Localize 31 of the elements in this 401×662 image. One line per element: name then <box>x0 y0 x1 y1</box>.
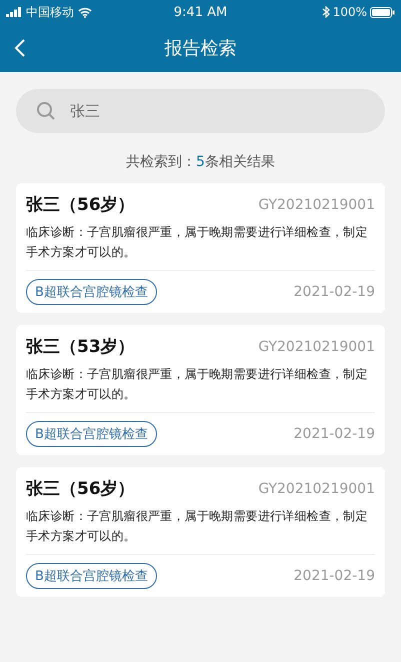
exam-tag: B超联合宫腔镜检查 <box>26 563 157 589</box>
result-card[interactable]: 张三（56岁） GY20210219001 临床诊断：子宫肌瘤很严重，属于晚期需要进行详细检查，制定手术方案才可以的。 B超联合宫腔镜检查 2021-02-19 <box>16 183 385 313</box>
exam-tag: B超联合宫腔镜检查 <box>26 421 157 447</box>
result-card[interactable]: 张三（56岁） GY20210219001 临床诊断：子宫肌瘤很严重，属于晚期需要进行详细检查，制定手术方案才可以的。 B超联合宫腔镜检查 2021-02-19 <box>16 467 385 597</box>
status-time: 9:41 AM <box>174 4 228 20</box>
result-card[interactable]: 张三（53岁） GY20210219001 临床诊断：子宫肌瘤很严重，属于晚期需要进行详细检查，制定手术方案才可以的。 B超联合宫腔镜检查 2021-02-19 <box>16 325 385 455</box>
patient-name: 张三（53岁） <box>26 336 135 358</box>
exam-tag: B超联合宫腔镜检查 <box>26 279 157 305</box>
search-field[interactable]: 张三 <box>16 89 385 133</box>
diagnosis-text: 临床诊断：子宫肌瘤很严重，属于晚期需要进行详细检查，制定手术方案才可以的。 <box>26 506 375 555</box>
back-icon[interactable] <box>14 38 26 58</box>
report-number: GY20210219001 <box>258 196 375 212</box>
report-date: 2021-02-19 <box>294 284 375 300</box>
page-title: 报告检索 <box>164 37 236 60</box>
report-date: 2021-02-19 <box>294 426 375 442</box>
report-date: 2021-02-19 <box>294 568 375 584</box>
patient-name: 张三（56岁） <box>26 194 135 216</box>
report-number: GY20210219001 <box>258 338 375 354</box>
battery-icon <box>370 6 396 18</box>
carrier-name: 中国移动 <box>26 4 74 20</box>
wifi-icon <box>78 6 92 18</box>
search-icon <box>36 101 56 121</box>
patient-name: 张三（56岁） <box>26 478 135 500</box>
signal-icon <box>6 7 22 17</box>
result-count: 共检索到：5条相关结果 <box>126 154 275 170</box>
diagnosis-text: 临床诊断：子宫肌瘤很严重，属于晚期需要进行详细检查，制定手术方案才可以的。 <box>26 222 375 271</box>
search-input[interactable]: 张三 <box>70 102 365 120</box>
battery-percent: 100% <box>332 5 368 19</box>
bluetooth-icon <box>322 6 330 18</box>
report-number: GY20210219001 <box>258 480 375 496</box>
diagnosis-text: 临床诊断：子宫肌瘤很严重，属于晚期需要进行详细检查，制定手术方案才可以的。 <box>26 364 375 413</box>
